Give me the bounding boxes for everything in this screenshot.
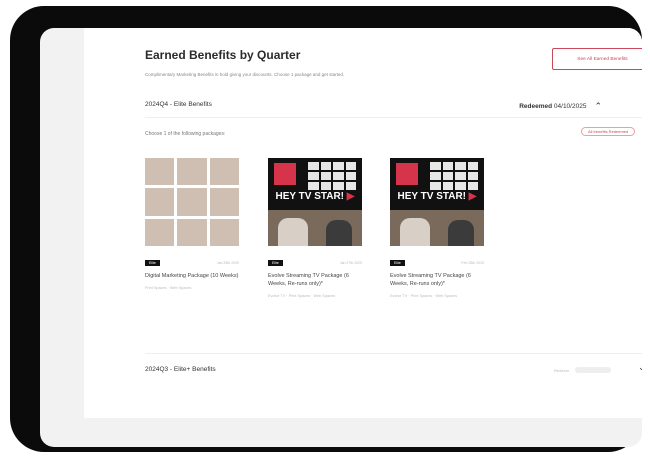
device-screen: Earned Benefits by Quarter Complimentary… [40, 28, 642, 447]
play-icon: ▶ [346, 191, 355, 202]
tier-badge: Elite [390, 260, 405, 266]
chevron-down-icon[interactable]: ⌄ [638, 362, 642, 373]
q4-redeemed-status[interactable]: Redeemed 04/10/2025 ⌃ [519, 101, 602, 112]
package-card[interactable]: HEY TV STAR! ▶ Elite Jan 27th 2025 Evolv… [268, 158, 362, 299]
package-image: HEY TV STAR! ▶ [390, 158, 484, 246]
device-bezel: Earned Benefits by Quarter Complimentary… [10, 6, 642, 452]
redeemed-date: 04/10/2025 [553, 103, 587, 110]
package-date: Jan 28th 2025 [216, 261, 239, 265]
quarter-q3-label[interactable]: 2024Q3 - Elite+ Benefits [145, 366, 216, 373]
tv-headline: HEY TV STAR! ▶ [397, 191, 477, 202]
tier-badge: Elite [268, 260, 283, 266]
status-pill [575, 367, 612, 373]
package-date: Feb 28th 2025 [461, 261, 484, 265]
tv-headline: HEY TV STAR! ▶ [275, 191, 355, 202]
benefits-panel: Earned Benefits by Quarter Complimentary… [84, 28, 642, 418]
package-description: Print Spaces · Web Spaces [145, 286, 192, 290]
package-title: Evolve Streaming TV Package (6 Weeks, Re… [268, 273, 349, 287]
package-description: Evolve TV · Print Spaces · Web Spaces [268, 294, 335, 298]
q3-status-label: Redeem [554, 367, 570, 373]
play-icon: ▶ [468, 191, 477, 202]
package-image: HEY TV STAR! ▶ [268, 158, 362, 246]
package-date: Jan 27th 2025 [339, 261, 362, 265]
brand-logo [396, 163, 418, 185]
page-subtitle: Complimentary Marketing Benefits in hold… [145, 72, 345, 77]
choose-packages-text: Choose 1 of the following packages: [145, 131, 226, 137]
see-all-benefits-button[interactable]: See All Earned Benefits [552, 48, 642, 70]
divider [145, 117, 642, 118]
all-redeemed-badge: All benefits Redeemed [581, 127, 636, 136]
q3-status: Redeem [554, 367, 612, 373]
divider [145, 353, 642, 354]
package-card[interactable]: HEY TV STAR! ▶ Elite Feb 28th 2025 Evolv… [390, 158, 484, 299]
quarter-q4-label[interactable]: 2024Q4 - Elite Benefits [145, 101, 212, 108]
chevron-up-icon[interactable]: ⌃ [594, 101, 602, 112]
page-title: Earned Benefits by Quarter [145, 48, 301, 62]
package-card[interactable]: Elite Jan 28th 2025 Digital Marketing Pa… [145, 158, 239, 291]
package-description: Evolve TV · Print Spaces · Web Spaces [390, 294, 457, 298]
package-image [145, 158, 239, 246]
tier-badge: Elite [145, 260, 160, 266]
package-title: Digital Marketing Package (10 Weeks) [145, 273, 239, 279]
package-title: Evolve Streaming TV Package (6 Weeks, Re… [390, 273, 471, 287]
redeemed-label: Redeemed [519, 103, 553, 110]
brand-logo [274, 163, 296, 185]
